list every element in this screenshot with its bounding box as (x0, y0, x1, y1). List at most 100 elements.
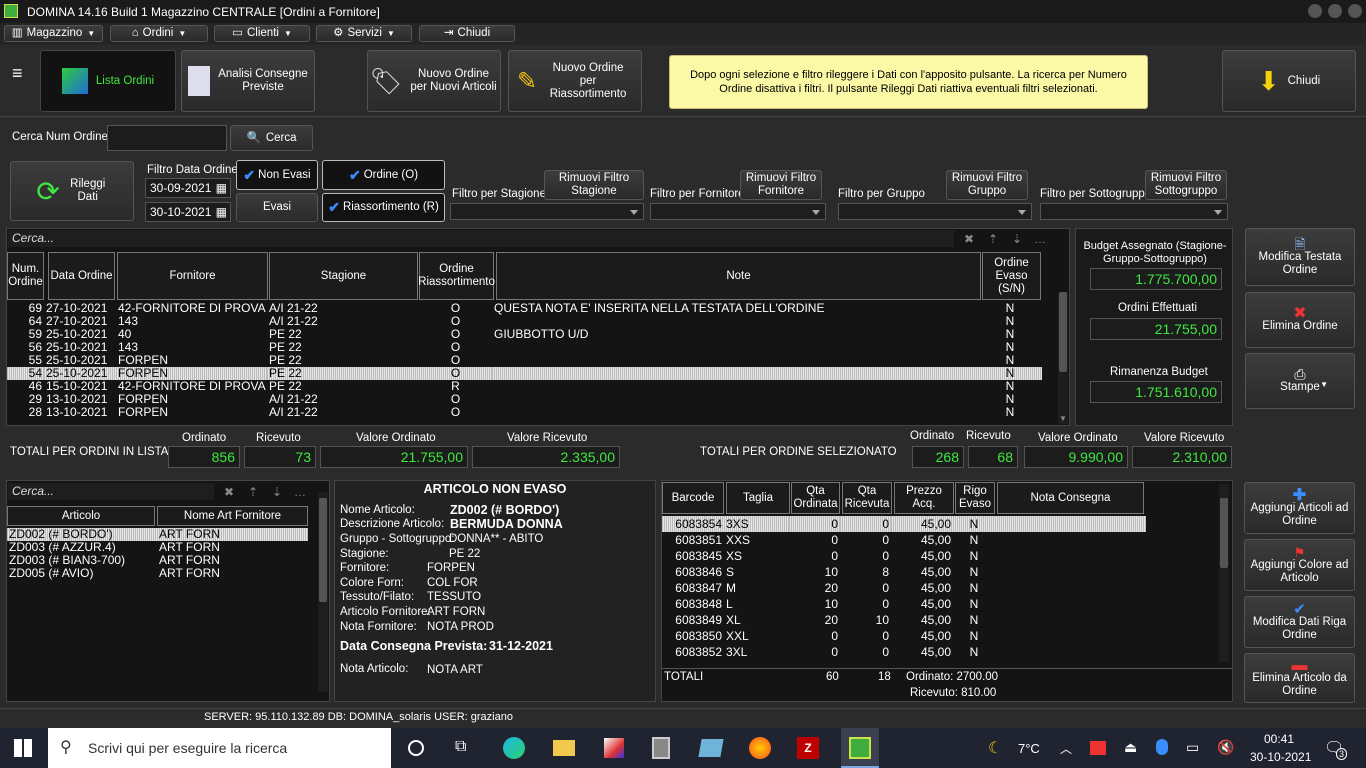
analisi-consegne-button[interactable]: Analisi Consegne Previste (181, 50, 315, 112)
antivirus-icon[interactable] (1090, 741, 1106, 755)
size-row[interactable]: 6083849 XL 20 10 45,00 N (662, 612, 1146, 628)
aggiungi-articoli-button[interactable]: ✚ Aggiungi Articoli ad Ordine (1244, 482, 1355, 534)
bluetooth-icon[interactable] (1156, 739, 1168, 755)
col-nome-art-fornitore[interactable]: Nome Art Fornitore (157, 506, 308, 526)
chevron-down-icon[interactable]: ▼ (1059, 414, 1067, 423)
rileggi-dati-button[interactable]: ⟳ Rileggi Dati (10, 161, 134, 221)
col-stagione[interactable]: Stagione (269, 252, 418, 300)
firefox-icon[interactable] (749, 737, 771, 759)
col-articolo[interactable]: Articolo (7, 506, 155, 526)
up-icon[interactable]: ⇡ (248, 485, 258, 499)
article-row[interactable]: ZD002 (# BORDO') ART FORN (7, 528, 308, 541)
col-qta-ordinata[interactable]: Qta Ordinata (791, 482, 840, 514)
order-row[interactable]: 56 25-10-2021 143 PE 22 O N (7, 341, 1042, 354)
col-rigo-evaso[interactable]: Rigo Evaso (955, 482, 995, 514)
size-row[interactable]: 6083845 XS 0 0 45,00 N (662, 548, 1146, 564)
col-data-ordine[interactable]: Data Ordine (48, 252, 115, 300)
rimuovi-stagione-button[interactable]: Rimuovi Filtro Stagione (544, 170, 644, 200)
calendar-icon[interactable]: ▦ (216, 181, 227, 195)
notes-icon[interactable] (698, 739, 724, 757)
lista-ordini-button[interactable]: Lista Ordini (40, 50, 176, 112)
up-icon[interactable]: ⇡ (988, 232, 998, 246)
down-icon[interactable]: ⇣ (272, 485, 282, 499)
windows-start-icon[interactable] (14, 739, 32, 757)
order-row[interactable]: 46 15-10-2021 42-FORNITORE DI PROVA PE 22 R N (7, 380, 1042, 393)
task-view-icon[interactable]: ⧉ (455, 738, 466, 756)
edge-icon[interactable] (503, 737, 525, 759)
elimina-articolo-button[interactable]: ▬ Elimina Articolo da Ordine (1244, 653, 1355, 703)
more-icon[interactable]: … (1034, 232, 1046, 246)
stagione-select[interactable] (450, 203, 644, 220)
order-row[interactable]: 55 25-10-2021 FORPEN PE 22 O N (7, 354, 1042, 367)
calendar-icon[interactable]: ▦ (216, 205, 227, 219)
size-row[interactable]: 6083852 3XL 0 0 45,00 N (662, 644, 1146, 660)
modifica-riga-button[interactable]: ✔ Modifica Dati Riga Ordine (1244, 596, 1355, 648)
size-row[interactable]: 6083850 XXL 0 0 45,00 N (662, 628, 1146, 644)
menu-chiudi[interactable]: ⇥ Chiudi (419, 25, 515, 42)
search-input[interactable] (107, 125, 227, 151)
aggiungi-colore-button[interactable]: ⚑ Aggiungi Colore ad Articolo (1244, 539, 1355, 591)
folder-icon[interactable] (553, 740, 575, 756)
chiudi-button[interactable]: ⬇ Chiudi (1222, 50, 1356, 112)
order-row[interactable]: 54 25-10-2021 FORPEN PE 22 O N (7, 367, 1042, 380)
nuovo-ordine-riass-button[interactable]: ✎ Nuovo Ordine per Riassortimento (508, 50, 642, 112)
col-note[interactable]: Note (496, 252, 981, 300)
nuovo-ordine-articoli-button[interactable]: 🏷 Nuovo Ordine per Nuovi Articoli (367, 50, 501, 112)
order-row[interactable]: 59 25-10-2021 40 PE 22 O GIUBBOTTO U/D N (7, 328, 1042, 341)
clear-icon[interactable]: ✖ (224, 485, 234, 499)
menu-magazzino[interactable]: ▥ Magazzino ▼ (4, 25, 103, 42)
col-fornitore[interactable]: Fornitore (117, 252, 268, 300)
menu-servizi[interactable]: ⚙ Servizi ▼ (316, 25, 412, 42)
date-from-input[interactable]: 30-09-2021 ▦ (145, 178, 231, 198)
ordine-toggle[interactable]: ✔ Ordine (O) (322, 160, 445, 190)
order-row[interactable]: 69 27-10-2021 42-FORNITORE DI PROVA A/I 21-… (7, 302, 1042, 315)
gruppo-select[interactable] (838, 203, 1032, 220)
calculator-icon[interactable] (652, 737, 670, 759)
volume-muted-icon[interactable]: 🔇 (1217, 739, 1234, 756)
elimina-ordine-button[interactable]: ✖ Elimina Ordine (1245, 292, 1355, 348)
clear-icon[interactable]: ✖ (964, 232, 974, 246)
rimuovi-fornitore-button[interactable]: Rimuovi Filtro Fornitore (740, 170, 822, 200)
menu-ordini[interactable]: ⌂ Ordini ▼ (110, 25, 208, 42)
size-row[interactable]: 6083851 XXS 0 0 45,00 N (662, 532, 1146, 548)
filezilla-icon[interactable]: Z (797, 737, 819, 759)
orders-scrollbar[interactable] (1058, 292, 1068, 424)
sottogruppo-select[interactable] (1040, 203, 1228, 220)
cerca-button[interactable]: 🔍 Cerca (230, 125, 313, 151)
chevron-up-icon[interactable]: ︿ (1060, 740, 1072, 757)
paint-icon[interactable] (604, 738, 624, 758)
riassortimento-toggle[interactable]: ✔ Riassortimento (R) (322, 193, 445, 222)
col-prezzo-acq[interactable]: Prezzo Acq. (894, 482, 954, 514)
hamburger-icon[interactable]: ≡ (12, 64, 28, 82)
fornitore-select[interactable] (650, 203, 826, 220)
clock-time[interactable]: 00:41 (1264, 732, 1294, 746)
stampe-button[interactable]: ⎙ Stampe ▼ (1245, 353, 1355, 409)
article-row[interactable]: ZD005 (# AVIO) ART FORN (7, 567, 308, 580)
col-qta-ricevuta[interactable]: Qta Ricevuta (842, 482, 892, 514)
network-icon[interactable]: ▭ (1186, 739, 1199, 756)
more-icon[interactable]: … (294, 485, 306, 499)
size-row[interactable]: 6083847 M 20 0 45,00 N (662, 580, 1146, 596)
close-button[interactable] (1348, 4, 1362, 18)
order-row[interactable]: 64 27-10-2021 143 A/I 21-22 O N (7, 315, 1042, 328)
cortana-icon[interactable] (408, 740, 424, 756)
non-evasi-toggle[interactable]: ✔ Non Evasi (236, 160, 318, 190)
order-row[interactable]: 29 13-10-2021 FORPEN A/I 21-22 O N (7, 393, 1042, 406)
col-num-ordine[interactable]: Num. Ordine (7, 252, 44, 300)
size-row[interactable]: 6083854 3XS 0 0 45,00 N (662, 516, 1146, 532)
col-ordine-evaso[interactable]: Ordine Evaso (S/N) (982, 252, 1041, 300)
taskbar-search-input[interactable]: ⚲ Scrivi qui per eseguire la ricerca (48, 728, 391, 768)
evasi-toggle[interactable]: Evasi (236, 193, 318, 222)
maximize-button[interactable] (1328, 4, 1342, 18)
sizes-scrollbar[interactable] (1219, 484, 1229, 662)
rimuovi-sottogruppo-button[interactable]: Rimuovi Filtro Sottogruppo (1145, 170, 1227, 200)
date-to-input[interactable]: 30-10-2021 ▦ (145, 202, 231, 222)
articles-scrollbar[interactable] (318, 492, 328, 692)
menu-clienti[interactable]: ▭ Clienti ▼ (214, 25, 310, 42)
clock-date[interactable]: 30-10-2021 (1250, 750, 1311, 764)
articles-search-input[interactable]: Cerca... (8, 483, 214, 500)
domina-taskbar-icon[interactable] (841, 728, 879, 768)
modifica-testata-button[interactable]: 🗎 Modifica Testata Ordine (1245, 228, 1355, 286)
col-nota-consegna[interactable]: Nota Consegna (997, 482, 1144, 514)
usb-icon[interactable]: ⏏ (1124, 739, 1137, 756)
